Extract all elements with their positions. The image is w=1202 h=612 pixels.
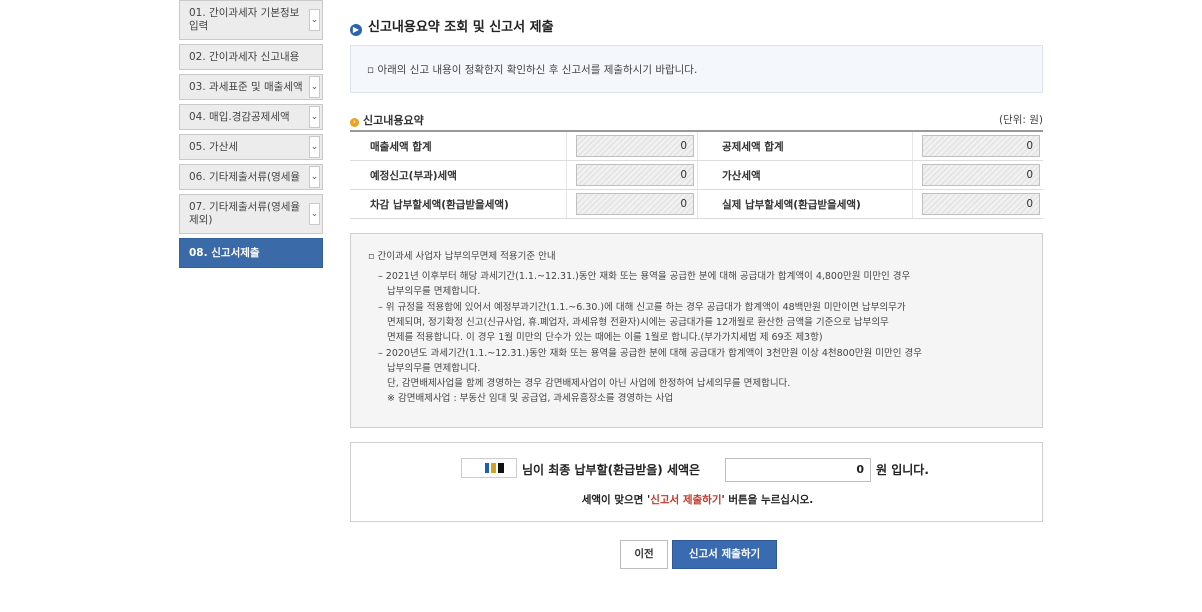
arrow-bullet-icon: ›: [350, 118, 359, 127]
guide-item-cont: 면제되며, 정기확정 신고(신규사업, 휴.폐업자, 과세유형 전환자)시에는 …: [378, 317, 1032, 329]
hint-text: 세액이 맞으면 ': [581, 494, 651, 506]
page-title: ▶ 신고내용요약 조회 및 신고서 제출: [350, 16, 554, 36]
table-cell-label: 차감 납부할세액(환급받을세액): [350, 189, 567, 219]
deduction-tax-total-field: 0: [922, 135, 1040, 157]
table-row: 매출세액 합계 0 공제세액 합계 0: [350, 131, 1043, 161]
chevron-down-icon: ⌄: [309, 76, 320, 98]
sidebar-item-other-docs-excluding[interactable]: 07. 기타제출서류(영세율 제외) ⌄: [179, 194, 323, 234]
table-cell-label: 매출세액 합계: [350, 131, 567, 161]
sidebar-item-report-content[interactable]: 02. 간이과세자 신고내용: [179, 44, 323, 70]
summary-title-text: 신고내용요약: [363, 114, 424, 127]
user-name-mask: [461, 458, 517, 478]
sidebar-item-label: 02. 간이과세자 신고내용: [189, 51, 300, 63]
sidebar-item-label: 04. 매입.경감공제세액: [189, 111, 290, 123]
sidebar-item-other-docs-zero-rate[interactable]: 06. 기타제출서류(영세율 ⌄: [179, 164, 323, 190]
final-tax-amount-field: 0: [725, 458, 871, 482]
sales-tax-total-field: 0: [576, 135, 694, 157]
guide-line: 2020년도 과세기간(1.1.~12.31.)동안 재화 또는 용역을 공급한…: [385, 348, 922, 359]
final-tax-box: 님이 최종 납부할(환급받을) 세액은 0 원 입니다. 세액이 맞으면 '신고…: [350, 442, 1043, 522]
guide-heading: ▫ 간이과세 사업자 납부의무면제 적용기준 안내: [368, 251, 1032, 263]
hint-emphasis: 신고서 제출하기: [650, 494, 722, 506]
table-row: 차감 납부할세액(환급받을세액) 0 실제 납부할세액(환급받을세액) 0: [350, 189, 1043, 219]
guide-line: 납부의무를 면제합니다.: [387, 363, 481, 374]
sidebar-item-submit[interactable]: 08. 신고서제출: [179, 238, 323, 268]
sidebar-nav: 01. 간이과세자 기본정보 입력 ⌄ 02. 간이과세자 신고내용 03. 과…: [179, 0, 323, 272]
summary-section-title: › 신고내용요약: [350, 112, 424, 128]
page-title-text: 신고내용요약 조회 및 신고서 제출: [368, 20, 554, 35]
table-cell-value: 0: [566, 189, 698, 219]
chevron-down-icon: ⌄: [309, 136, 320, 158]
mask-block: [485, 463, 489, 473]
sidebar-item-label: 05. 가산세: [189, 141, 239, 153]
sidebar-item-tax-base[interactable]: 03. 과세표준 및 매출세액 ⌄: [179, 74, 323, 100]
guide-line: 2021년 이후부터 해당 과세기간(1.1.~12.31.)동안 재화 또는 …: [385, 271, 911, 282]
actual-payable-tax-field: 0: [922, 193, 1040, 215]
table-cell-label: 가산세액: [697, 160, 913, 190]
guide-item-cont: ※ 감면배제사업 : 부동산 임대 및 공급업, 과세유흥장소를 경영하는 사업: [378, 393, 1032, 405]
guide-item: – 2020년도 과세기간(1.1.~12.31.)동안 재화 또는 용역을 공…: [378, 348, 922, 359]
table-cell-value: 0: [566, 131, 698, 161]
exemption-guide-box: ▫ 간이과세 사업자 납부의무면제 적용기준 안내 – 2021년 이후부터 해…: [350, 233, 1043, 428]
chevron-down-icon: ⌄: [309, 9, 320, 31]
unit-label: (단위: 원): [998, 114, 1043, 126]
submit-report-button[interactable]: 신고서 제출하기: [672, 540, 777, 569]
chevron-down-icon: ⌄: [309, 203, 320, 225]
table-cell-label: 예정신고(부과)세액: [350, 160, 567, 190]
guide-line: 단, 감면배제사업을 함께 경영하는 경우 감면배제사업이 아닌 사업에 한정하…: [387, 378, 791, 389]
notice-text: 아래의 신고 내용이 정확한지 확인하신 후 신고서를 제출하시기 바랍니다.: [377, 64, 698, 76]
guide-line: 면제되며, 정기확정 신고(신규사업, 휴.폐업자, 과세유형 전환자)시에는 …: [387, 317, 889, 328]
prev-button[interactable]: 이전: [620, 540, 668, 569]
sidebar-item-additional-tax[interactable]: 05. 가산세 ⌄: [179, 134, 323, 160]
guide-line: 면제를 적용합니다. 이 경우 1월 미만의 단수가 있는 때에는 이를 1월로…: [387, 332, 823, 343]
chevron-down-icon: ⌄: [309, 106, 320, 128]
hint-text: ' 버튼을 누르십시오.: [721, 494, 814, 506]
arrow-right-icon: ▶: [350, 24, 362, 36]
sidebar-item-label: 08. 신고서제출: [189, 247, 260, 259]
guide-item-cont: 납부의무를 면제합니다.: [378, 286, 1032, 298]
summary-table: 매출세액 합계 0 공제세액 합계 0 예정신고(부과)세액 0 가산세액 0 …: [350, 130, 1043, 219]
sidebar-item-label: 07. 기타제출서류(영세율 제외): [189, 201, 301, 226]
final-tax-label: 님이 최종 납부할(환급받을) 세액은: [522, 463, 701, 477]
guide-item-cont: 면제를 적용합니다. 이 경우 1월 미만의 단수가 있는 때에는 이를 1월로…: [378, 332, 1032, 344]
table-cell-value: 0: [912, 189, 1043, 219]
mask-block: [498, 463, 504, 473]
additional-tax-field: 0: [922, 164, 1040, 186]
mask-block: [491, 463, 496, 473]
table-cell-label: 공제세액 합계: [697, 131, 913, 161]
guide-item-cont: 납부의무를 면제합니다.: [378, 363, 1032, 375]
table-cell-value: 0: [912, 160, 1043, 190]
guide-line: 위 규정을 적용함에 있어서 예정부과기간(1.1.~6.30.)에 대해 신고…: [385, 302, 906, 313]
sidebar-item-basic-info[interactable]: 01. 간이과세자 기본정보 입력 ⌄: [179, 0, 323, 40]
sidebar-item-label: 01. 간이과세자 기본정보 입력: [189, 7, 300, 32]
sidebar-item-label: 03. 과세표준 및 매출세액: [189, 81, 303, 93]
guide-item-cont: 단, 감면배제사업을 함께 경영하는 경우 감면배제사업이 아닌 사업에 한정하…: [378, 378, 1032, 390]
guide-item: – 위 규정을 적용함에 있어서 예정부과기간(1.1.~6.30.)에 대해 …: [378, 302, 906, 313]
guide-heading-text: 간이과세 사업자 납부의무면제 적용기준 안내: [377, 251, 556, 262]
preliminary-tax-field: 0: [576, 164, 694, 186]
notice-box: ▫ 아래의 신고 내용이 정확한지 확인하신 후 신고서를 제출하시기 바랍니다…: [350, 45, 1043, 93]
final-tax-unit: 원 입니다.: [876, 463, 929, 477]
sidebar-item-purchase-deduction[interactable]: 04. 매입.경감공제세액 ⌄: [179, 104, 323, 130]
table-cell-value: 0: [566, 160, 698, 190]
table-cell-label: 실제 납부할세액(환급받을세액): [697, 189, 913, 219]
chevron-down-icon: ⌄: [309, 166, 320, 188]
guide-item: – 2021년 이후부터 해당 과세기간(1.1.~12.31.)동안 재화 또…: [378, 271, 911, 282]
guide-line: ※ 감면배제사업 : 부동산 임대 및 공급업, 과세유흥장소를 경영하는 사업: [387, 393, 674, 404]
submit-hint: 세액이 맞으면 '신고서 제출하기' 버튼을 누르십시오.: [351, 492, 1044, 507]
table-cell-value: 0: [912, 131, 1043, 161]
guide-line: 납부의무를 면제합니다.: [387, 286, 481, 297]
table-row: 예정신고(부과)세액 0 가산세액 0: [350, 160, 1043, 190]
sidebar-item-label: 06. 기타제출서류(영세율: [189, 171, 301, 183]
bullet-icon: ▫: [367, 64, 378, 76]
net-payable-tax-field: 0: [576, 193, 694, 215]
